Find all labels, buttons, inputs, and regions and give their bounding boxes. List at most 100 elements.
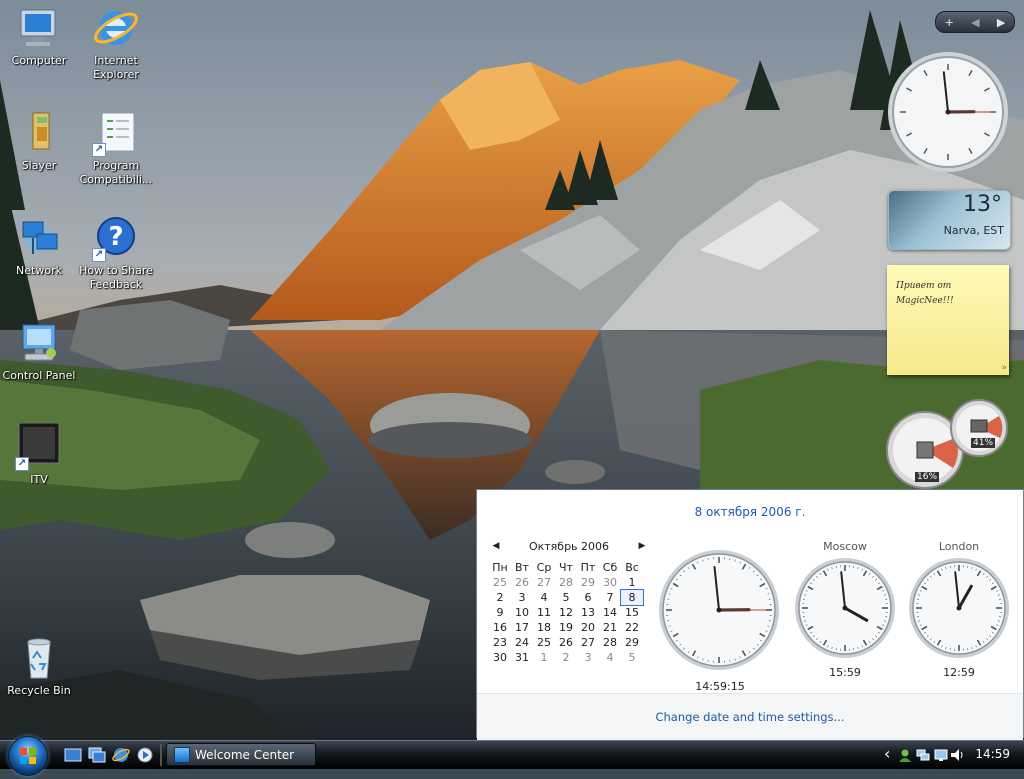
desktop-icon-computer[interactable]: Computer <box>0 4 78 68</box>
task-button-label: Welcome Center <box>195 748 294 762</box>
taskbar-clock[interactable]: 14:59 <box>975 747 1010 761</box>
london-clock-face <box>907 556 1011 660</box>
calendar-day[interactable]: 19 <box>555 620 577 635</box>
calendar-day[interactable]: 26 <box>511 575 533 590</box>
calendar-day[interactable]: 30 <box>599 575 621 590</box>
desktop-icon-program-compatibility[interactable]: ↗ Program Compatibili... <box>77 109 155 187</box>
desktop-icon-label: Internet Explorer <box>77 54 155 82</box>
calendar-day[interactable]: 9 <box>489 605 511 620</box>
calendar-day[interactable]: 22 <box>621 620 643 635</box>
desktop-icon-label: How to Share Feedback <box>77 264 155 292</box>
control-panel-icon <box>15 319 63 367</box>
folder-icon <box>15 109 63 157</box>
weather-temperature: 13° <box>963 192 1002 217</box>
start-button[interactable] <box>8 736 48 776</box>
calendar-day[interactable]: 1 <box>621 575 643 590</box>
media-player-icon[interactable] <box>136 746 154 764</box>
cpu-meter-gadget[interactable]: 16% 41% <box>885 398 1011 490</box>
desktop-icon-network[interactable]: Network <box>0 214 78 278</box>
calendar-day[interactable]: 4 <box>599 650 621 665</box>
user-status-icon[interactable] <box>898 748 912 762</box>
cpu-usage-value: 16% <box>915 472 939 482</box>
moscow-clock-time: 15:59 <box>793 666 897 679</box>
desktop-icon-recycle-bin[interactable]: Recycle Bin <box>0 634 78 698</box>
calendar-day[interactable]: 30 <box>489 650 511 665</box>
shortcut-arrow-icon: ↗ <box>15 457 29 471</box>
notes-gadget[interactable]: Привет от MagicNee!!! » <box>887 265 1009 375</box>
change-date-time-settings-link[interactable]: Change date and time settings... <box>477 710 1023 724</box>
calendar-month-label[interactable]: Октябрь 2006 <box>529 540 609 553</box>
show-desktop-icon[interactable] <box>64 746 82 764</box>
add-gadget-button[interactable]: + <box>945 16 954 29</box>
switch-windows-icon[interactable] <box>88 746 106 764</box>
calendar-day[interactable]: 20 <box>577 620 599 635</box>
calendar-day[interactable]: 2 <box>489 590 511 605</box>
calendar-day[interactable]: 31 <box>511 650 533 665</box>
calendar-day[interactable]: 5 <box>621 650 643 665</box>
calendar-day[interactable]: 28 <box>555 575 577 590</box>
calendar-day[interactable]: 21 <box>599 620 621 635</box>
calendar-day[interactable]: 5 <box>555 590 577 605</box>
desktop-icon-how-to-share-feedback[interactable]: ? ↗ How to Share Feedback <box>77 214 155 292</box>
desktop-icon-control-panel[interactable]: Control Panel <box>0 319 78 383</box>
desktop-icon-internet-explorer[interactable]: Internet Explorer <box>77 4 155 82</box>
calendar-day[interactable]: 10 <box>511 605 533 620</box>
calendar-day[interactable]: 27 <box>533 575 555 590</box>
clock-gadget[interactable] <box>886 50 1010 174</box>
shortcut-arrow-icon: ↗ <box>92 143 106 157</box>
calendar-day[interactable]: 12 <box>555 605 577 620</box>
calendar-day[interactable]: 11 <box>533 605 555 620</box>
calendar-weekday-header: Пт <box>577 560 599 575</box>
calendar-day[interactable]: 3 <box>577 650 599 665</box>
show-hidden-icons-button[interactable]: ‹ <box>884 744 890 763</box>
next-gadget-button[interactable]: ▶ <box>997 16 1005 29</box>
calendar-day[interactable]: 18 <box>533 620 555 635</box>
long-date-heading[interactable]: 8 октября 2006 г. <box>477 505 1023 519</box>
calendar-day[interactable]: 7 <box>599 590 621 605</box>
memory-usage-value: 41% <box>971 438 995 448</box>
calendar-day[interactable]: 6 <box>577 590 599 605</box>
calendar-day[interactable]: 15 <box>621 605 643 620</box>
calendar-day[interactable]: 28 <box>599 635 621 650</box>
desktop-icon-label: Control Panel <box>0 369 78 383</box>
calendar-weekday-header: Чт <box>555 560 577 575</box>
calendar-day[interactable]: 25 <box>489 575 511 590</box>
previous-month-button[interactable]: ◀ <box>489 541 503 551</box>
calendar-day[interactable]: 29 <box>621 635 643 650</box>
wizard-document-icon: ↗ <box>92 109 140 157</box>
monitor-tray-icon[interactable] <box>934 748 948 762</box>
network-tray-icon[interactable] <box>916 748 930 762</box>
computer-icon <box>15 4 63 52</box>
calendar-day[interactable]: 16 <box>489 620 511 635</box>
calendar-day[interactable]: 24 <box>511 635 533 650</box>
desktop-icon-slayer[interactable]: Slayer <box>0 109 78 173</box>
note-text[interactable]: Привет от MagicNee!!! <box>896 279 976 309</box>
previous-gadget-button[interactable]: ◀ <box>971 16 979 29</box>
calendar-day[interactable]: 29 <box>577 575 599 590</box>
next-note-button[interactable]: » <box>1001 363 1007 373</box>
calendar-weekday-header: Пн <box>489 560 511 575</box>
calendar-day[interactable]: 26 <box>555 635 577 650</box>
calendar-day[interactable]: 8 <box>621 590 643 605</box>
calendar-day[interactable]: 4 <box>533 590 555 605</box>
recycle-bin-icon <box>15 634 63 682</box>
internet-explorer-quicklaunch-icon[interactable] <box>112 746 130 764</box>
calendar-day[interactable]: 1 <box>533 650 555 665</box>
volume-icon[interactable] <box>950 748 964 762</box>
task-button-welcome-center[interactable]: Welcome Center <box>166 743 316 766</box>
weather-gadget[interactable]: 13° Narva, EST <box>888 190 1011 250</box>
calendar-day[interactable]: 17 <box>511 620 533 635</box>
date-time-flyout: 8 октября 2006 г. ◀ Октябрь 2006 ▶ ПнВтС… <box>476 489 1024 738</box>
calendar-weekday-header: Ср <box>533 560 555 575</box>
calendar: ◀ Октябрь 2006 ▶ ПнВтСрЧтПтСбВс 25262728… <box>489 538 649 665</box>
next-month-button[interactable]: ▶ <box>635 541 649 551</box>
calendar-day[interactable]: 23 <box>489 635 511 650</box>
calendar-day[interactable]: 27 <box>577 635 599 650</box>
network-icon <box>15 214 63 262</box>
calendar-day[interactable]: 13 <box>577 605 599 620</box>
calendar-day[interactable]: 25 <box>533 635 555 650</box>
calendar-day[interactable]: 3 <box>511 590 533 605</box>
desktop-icon-itv[interactable]: ↗ ITV <box>0 423 78 487</box>
calendar-day[interactable]: 2 <box>555 650 577 665</box>
calendar-day[interactable]: 14 <box>599 605 621 620</box>
